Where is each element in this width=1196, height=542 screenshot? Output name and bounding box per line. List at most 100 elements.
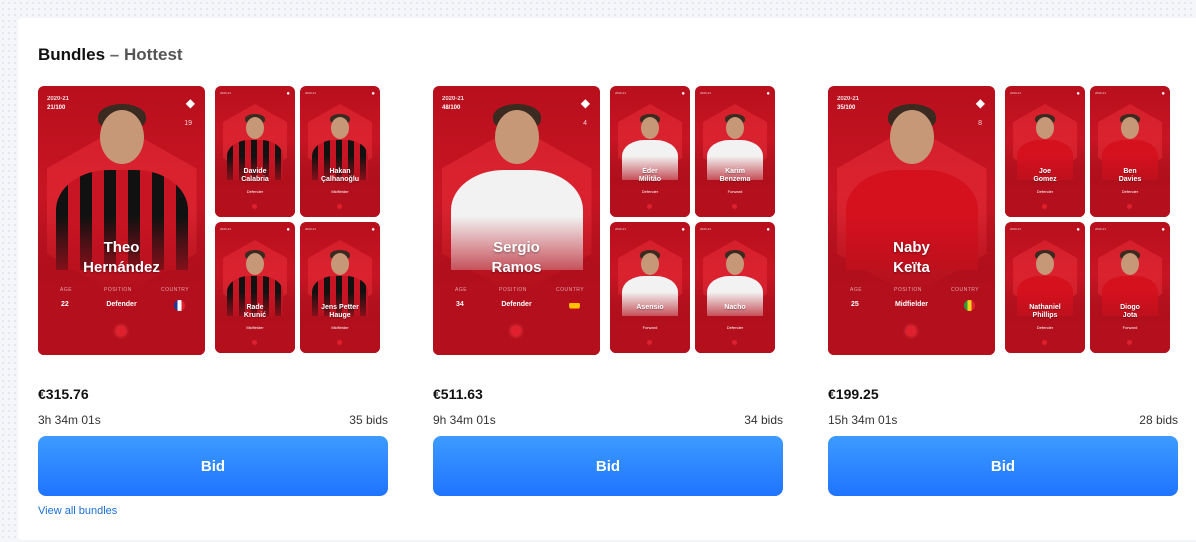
featured-player-card[interactable]: 2020-21 35/100 ◆ 8 Naby Keïta AGE POSITI…: [828, 86, 995, 355]
country-label: COUNTRY: [556, 287, 585, 293]
player-head: [331, 253, 349, 275]
card-season: 2020-21: [1095, 227, 1107, 231]
player-name: Hakan Çalhanoğlu: [320, 168, 360, 183]
club-crest-icon: ●: [371, 91, 375, 97]
bundle-bid-count: 35 bids: [349, 413, 388, 427]
club-crest-icon: ●: [1076, 91, 1080, 97]
player-position: Defender: [1036, 189, 1054, 194]
player-head: [1036, 253, 1054, 275]
bundle-card[interactable]: 2020-21 21/100 ◆ 19 Theo Hernández AGE P…: [38, 86, 388, 496]
section-title-main: Bundles: [38, 45, 106, 64]
player-name: Karim Benzema: [719, 168, 751, 183]
card-season: 2020-21: [700, 227, 712, 231]
club-crest-icon: ●: [681, 227, 685, 233]
player-position: Forward: [1122, 325, 1138, 330]
club-crest-icon: ●: [1161, 91, 1165, 97]
player-head: [246, 117, 264, 139]
bundle-player-card[interactable]: 2020-21 ● Hakan Çalhanoğlu Midfielder: [300, 86, 380, 217]
rarity-gem-icon: [511, 326, 521, 336]
bundle-timer: 3h 34m 01s: [38, 413, 101, 427]
card-season: 2020-21: [1010, 227, 1022, 231]
bundle-price: €315.76: [38, 386, 89, 402]
card-meta: 2020-21 48/100: [442, 96, 465, 111]
bundle-player-card[interactable]: 2020-21 ● Ben Davies Defender: [1090, 86, 1170, 217]
bundle-player-card[interactable]: 2020-21 ● Éder Militão Defender: [610, 86, 690, 217]
bundle-player-card[interactable]: 2020-21 ● Jens Petter Hauge Midfielder: [300, 222, 380, 353]
bid-button[interactable]: Bid: [828, 436, 1178, 496]
bid-button[interactable]: Bid: [433, 436, 783, 496]
player-head: [246, 253, 264, 275]
country-flag-icon: [174, 300, 185, 311]
rarity-gem-icon: [732, 340, 737, 345]
bundle-card[interactable]: 2020-21 35/100 ◆ 8 Naby Keïta AGE POSITI…: [828, 86, 1178, 496]
player-position: Midfielder: [246, 325, 264, 330]
club-crest-icon: ●: [1076, 227, 1080, 233]
card-meta: 2020-21 21/100: [47, 96, 70, 111]
player-head: [890, 110, 934, 164]
section-title: Bundles – Hottest: [38, 45, 183, 65]
player-head: [641, 253, 659, 275]
player-head: [331, 117, 349, 139]
rarity-gem-icon: [1127, 204, 1132, 209]
shirt-number: 19: [184, 120, 192, 127]
bundle-price: €511.63: [433, 386, 483, 402]
club-crest-icon: ●: [766, 227, 770, 233]
club-crest-icon: ●: [286, 227, 290, 233]
club-crest-icon: ●: [286, 91, 290, 97]
bundle-timer: 9h 34m 01s: [433, 413, 496, 427]
bundle-player-card[interactable]: 2020-21 ● Davide Calabria Defender: [215, 86, 295, 217]
bundle-player-card[interactable]: 2020-21 ● Joe Gomez Defender: [1005, 86, 1085, 217]
bundle-player-card[interactable]: 2020-21 ● Nacho Defender: [695, 222, 775, 353]
player-position: Defender: [1036, 325, 1054, 330]
rarity-gem-icon: [252, 340, 257, 345]
featured-player-card[interactable]: 2020-21 21/100 ◆ 19 Theo Hernández AGE P…: [38, 86, 205, 355]
player-head: [1036, 117, 1054, 139]
bundle-cards: 2020-21 35/100 ◆ 8 Naby Keïta AGE POSITI…: [828, 86, 1178, 356]
bundle-player-card[interactable]: 2020-21 ● Nathaniel Phillips Defender: [1005, 222, 1085, 353]
card-meta: 2020-21 35/100: [837, 96, 860, 111]
age-label: AGE: [455, 287, 468, 293]
rarity-gem-icon: [252, 204, 257, 209]
player-name: Nathaniel Phillips: [1029, 304, 1061, 319]
featured-player-card[interactable]: 2020-21 48/100 ◆ 4 Sergio Ramos AGE POSI…: [433, 86, 600, 355]
rarity-gem-icon: [906, 326, 916, 336]
section-subtitle: Hottest: [124, 45, 183, 64]
club-crest-icon: ●: [766, 91, 770, 97]
bundle-bid-count: 28 bids: [1139, 413, 1178, 427]
bundle-player-card[interactable]: 2020-21 ● Asensio Forward: [610, 222, 690, 353]
player-position: Midfielder: [331, 325, 349, 330]
card-season: 2020-21: [1095, 91, 1107, 95]
bundle-player-card[interactable]: 2020-21 ● Karim Benzema Forward: [695, 86, 775, 217]
bundles-panel: Bundles – Hottest 2020-21 21/100 ◆ 19 Th…: [18, 18, 1196, 540]
player-name: Joe Gomez: [1033, 168, 1057, 183]
rarity-gem-icon: [732, 204, 737, 209]
card-season: 2020-21: [1010, 91, 1022, 95]
position-label: POSITION: [499, 287, 527, 293]
rarity-gem-icon: [1042, 204, 1047, 209]
player-head: [726, 117, 744, 139]
bid-button[interactable]: Bid: [38, 436, 388, 496]
club-crest-icon: ◆: [185, 96, 195, 110]
player-position: Defender: [1121, 189, 1139, 194]
bundle-player-card[interactable]: 2020-21 ● Diogo Jota Forward: [1090, 222, 1170, 353]
player-head: [726, 253, 744, 275]
player-name: Nacho: [724, 304, 746, 311]
rarity-gem-icon: [337, 204, 342, 209]
card-season: 2020-21: [305, 227, 317, 231]
card-season: 2020-21: [615, 91, 627, 95]
view-all-bundles-link[interactable]: View all bundles: [38, 505, 117, 517]
card-season: 2020-21: [615, 227, 627, 231]
bundle-bid-count: 34 bids: [744, 413, 783, 427]
rarity-gem-icon: [647, 204, 652, 209]
player-head: [1121, 117, 1139, 139]
bundle-card[interactable]: 2020-21 48/100 ◆ 4 Sergio Ramos AGE POSI…: [433, 86, 783, 496]
player-name: Theo Hernández: [83, 239, 160, 276]
bundle-timer: 15h 34m 01s: [828, 413, 898, 427]
player-head: [1121, 253, 1139, 275]
player-position: Forward: [727, 189, 743, 194]
club-crest-icon: ●: [681, 91, 685, 97]
bundle-price: €199.25: [828, 386, 879, 402]
card-season: 2020-21: [220, 227, 232, 231]
bundle-player-card[interactable]: 2020-21 ● Rade Krunić Midfielder: [215, 222, 295, 353]
country-label: COUNTRY: [951, 287, 980, 293]
